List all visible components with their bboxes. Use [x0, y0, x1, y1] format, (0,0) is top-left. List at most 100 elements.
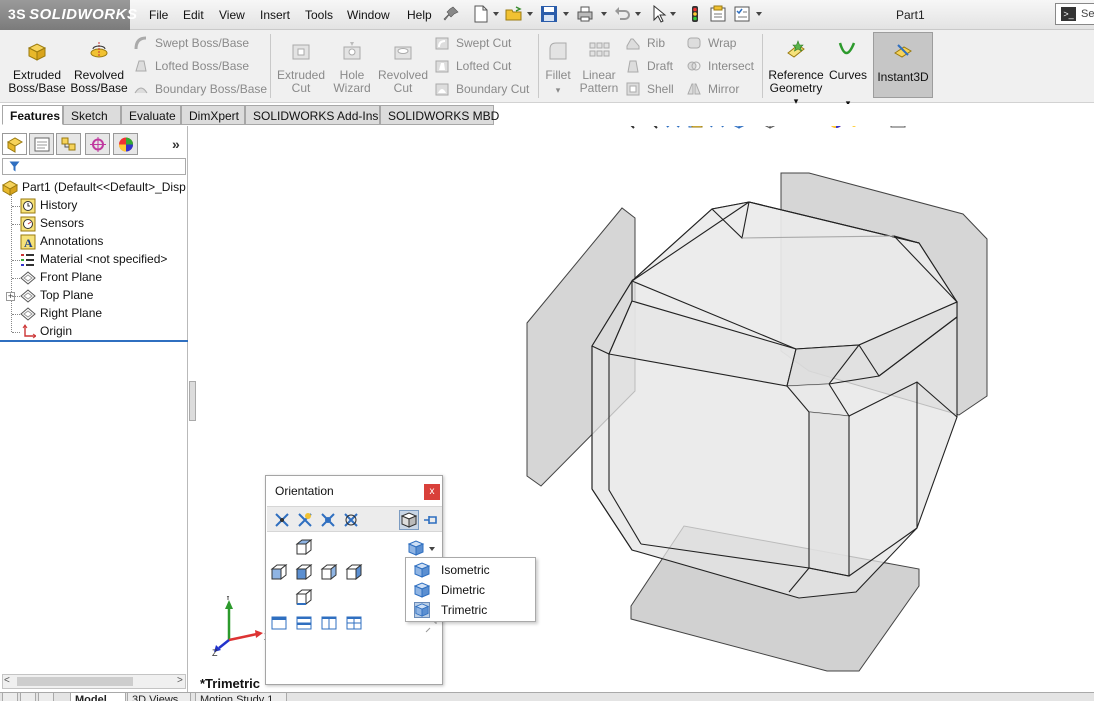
undo-dropdown-caret[interactable] — [635, 12, 641, 16]
tab-solidworks-addins[interactable]: SOLIDWORKS Add-Ins — [245, 105, 380, 125]
pin-icon[interactable] — [443, 6, 459, 22]
tree-horizontal-scrollbar[interactable]: < > — [2, 674, 186, 689]
boundary-boss-icon — [134, 87, 148, 94]
instant3d-button[interactable]: Instant3D — [873, 32, 933, 98]
tab-display-manager[interactable] — [113, 133, 138, 155]
new-dropdown-caret[interactable] — [493, 12, 499, 16]
tab-motion-study-1[interactable]: Motion Study 1 — [195, 693, 287, 701]
tree-filter-input[interactable] — [2, 158, 186, 175]
view-cube-toggle-icon[interactable] — [399, 510, 419, 530]
select-dropdown-caret[interactable] — [670, 12, 676, 16]
scroll-thumb[interactable] — [17, 677, 133, 686]
curves-button[interactable]: Curves ▾ — [828, 30, 868, 108]
new-view-icon[interactable] — [272, 510, 292, 530]
isometric-dropdown-button[interactable] — [407, 539, 437, 557]
tab-nav-first[interactable] — [2, 693, 18, 701]
options-dropdown-caret[interactable] — [756, 12, 762, 16]
save-dropdown-caret[interactable] — [563, 12, 569, 16]
tab-dimxpert-manager[interactable] — [85, 133, 110, 155]
search-commands-input[interactable]: >_ Se — [1055, 3, 1094, 25]
back-view-icon[interactable] — [345, 563, 363, 581]
file-properties-icon[interactable] — [709, 5, 727, 23]
hole-wizard-button[interactable]: Hole Wizard — [328, 30, 376, 102]
open-dropdown-caret[interactable] — [527, 12, 533, 16]
tree-connector — [12, 332, 20, 333]
tab-features[interactable]: Features — [2, 105, 63, 125]
menu-edit[interactable]: Edit — [183, 8, 204, 22]
view-selector-icon[interactable] — [341, 510, 361, 530]
tab-property-manager[interactable] — [29, 133, 54, 155]
front-view-icon[interactable] — [295, 563, 313, 581]
tab-solidworks-mbd[interactable]: SOLIDWORKS MBD — [380, 105, 499, 125]
tab-sketch[interactable]: Sketch — [63, 105, 121, 125]
extruded-boss-button[interactable]: Extruded Boss/Base — [6, 30, 68, 102]
two-view-vertical-icon[interactable] — [320, 614, 338, 632]
menu-insert[interactable]: Insert — [260, 8, 290, 22]
revolved-boss-button[interactable]: Revolved Boss/Base — [70, 30, 128, 102]
reset-standard-views-icon[interactable] — [318, 510, 338, 530]
more-tabs-chevron-icon[interactable]: » — [172, 136, 180, 152]
tab-evaluate[interactable]: Evaluate — [121, 105, 181, 125]
shell-button[interactable]: Shell — [625, 80, 674, 100]
menu-tools[interactable]: Tools — [305, 8, 333, 22]
reference-geometry-button[interactable]: Reference Geometry ▾ — [766, 30, 826, 106]
standard-views-popup: Isometric Dimetric Trimetric — [405, 557, 536, 622]
single-view-icon[interactable] — [270, 614, 288, 632]
right-view-icon[interactable] — [320, 563, 338, 581]
swept-cut-button[interactable]: Swept Cut — [434, 34, 511, 54]
linear-pattern-button[interactable]: Linear Pattern — [578, 30, 620, 102]
boundary-cut-button[interactable]: Boundary Cut — [434, 80, 529, 100]
undo-icon[interactable] — [613, 5, 631, 23]
menu-view[interactable]: View — [219, 8, 245, 22]
popup-item-label: Trimetric — [441, 603, 488, 617]
two-view-horizontal-icon[interactable] — [295, 614, 313, 632]
tab-nav-prev[interactable] — [20, 693, 36, 701]
pin-dialog-icon[interactable] — [421, 510, 441, 530]
tab-dimxpert[interactable]: DimXpert — [181, 105, 245, 125]
popup-item-dimetric[interactable]: Dimetric — [408, 580, 534, 600]
select-arrow-icon[interactable] — [650, 5, 668, 23]
four-view-icon[interactable] — [345, 614, 363, 632]
rebuild-traffic-light-icon[interactable] — [686, 5, 704, 23]
linear-pattern-label: Linear Pattern — [579, 68, 619, 95]
draft-button[interactable]: Draft — [625, 57, 673, 77]
menu-window[interactable]: Window — [347, 8, 390, 22]
solidworks-logo[interactable]: 3S SOLIDWORKS — [0, 0, 137, 30]
menu-help[interactable]: Help — [407, 8, 432, 22]
fillet-dropdown-caret[interactable]: ▾ — [541, 84, 575, 97]
expand-corner-icon[interactable] — [424, 620, 438, 634]
popup-item-trimetric[interactable]: Trimetric — [408, 600, 534, 620]
tab-nav-next[interactable] — [38, 693, 54, 701]
menu-file[interactable]: File — [149, 8, 168, 22]
options-icon[interactable] — [733, 5, 751, 23]
intersect-button[interactable]: Intersect — [686, 57, 754, 77]
revolved-cut-button[interactable]: Revolved Cut — [378, 30, 428, 102]
update-standard-views-icon[interactable] — [295, 510, 315, 530]
close-button[interactable]: x — [424, 484, 440, 500]
save-icon[interactable] — [540, 5, 558, 23]
tab-configuration-manager[interactable] — [56, 133, 81, 155]
bottom-view-icon[interactable] — [295, 588, 313, 606]
scroll-left-arrow-icon[interactable]: < — [4, 675, 10, 686]
extruded-cut-button[interactable]: Extruded Cut — [275, 30, 327, 102]
scroll-right-arrow-icon[interactable]: > — [177, 675, 183, 686]
tab-feature-manager[interactable] — [2, 133, 27, 155]
boundary-boss-button[interactable]: Boundary Boss/Base — [133, 80, 267, 100]
print-icon[interactable] — [576, 5, 594, 23]
tab-3d-views[interactable]: 3D Views — [127, 693, 191, 701]
open-folder-icon[interactable] — [505, 5, 523, 23]
rib-button[interactable]: Rib — [625, 34, 665, 54]
swept-boss-button[interactable]: Swept Boss/Base — [133, 34, 249, 54]
left-view-icon[interactable] — [270, 563, 288, 581]
new-document-icon[interactable] — [472, 5, 490, 23]
fillet-button[interactable]: Fillet ▾ — [541, 30, 575, 102]
popup-item-isometric[interactable]: Isometric — [408, 560, 534, 580]
top-view-icon[interactable] — [295, 538, 313, 556]
mirror-button[interactable]: Mirror — [686, 80, 739, 100]
wrap-button[interactable]: Wrap — [686, 34, 736, 54]
print-dropdown-caret[interactable] — [601, 12, 607, 16]
lofted-cut-button[interactable]: Lofted Cut — [434, 57, 511, 77]
lofted-boss-button[interactable]: Lofted Boss/Base — [133, 57, 249, 77]
part-body[interactable] — [591, 201, 958, 599]
tab-model[interactable]: Model — [70, 693, 126, 701]
